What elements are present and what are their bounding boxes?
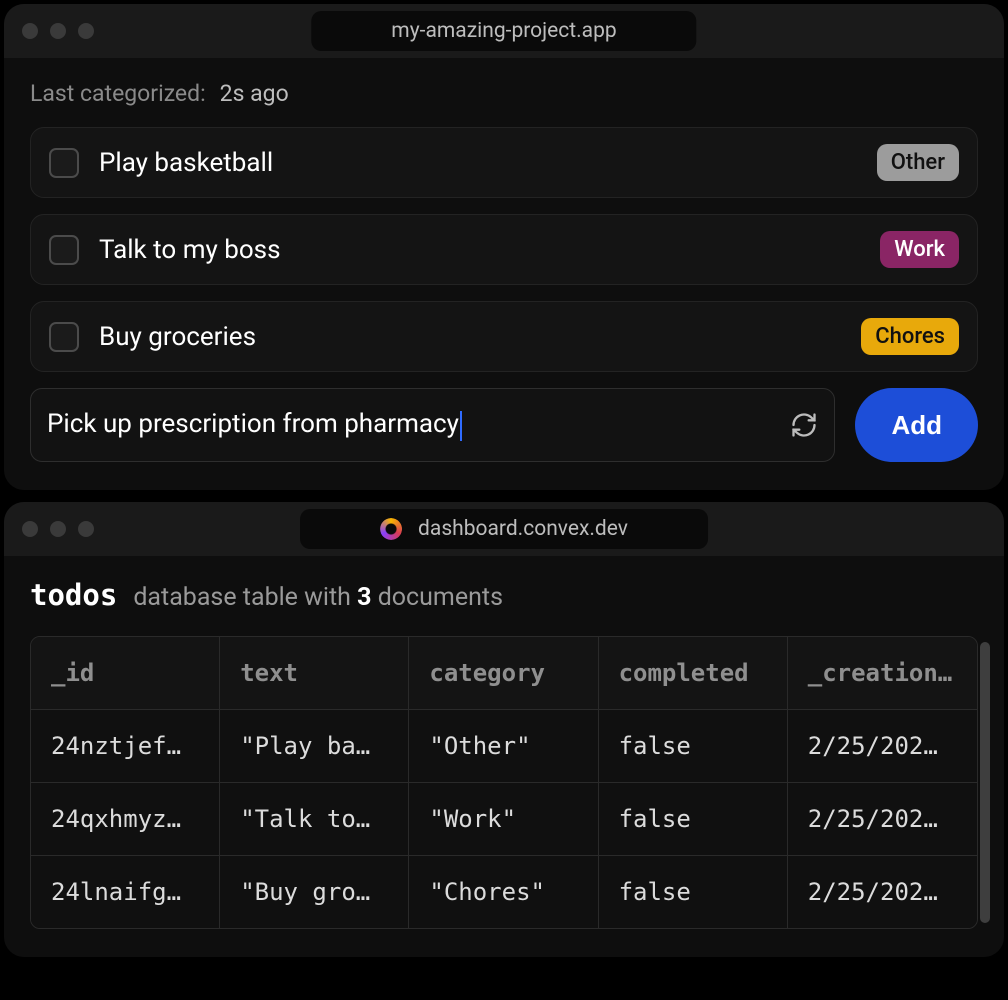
cell-category: "Chores" [409,856,598,928]
table-row[interactable]: 24nztjef…"Play ba…"Other"false2/25/202… [31,710,977,783]
category-badge: Chores [861,318,959,355]
cell-completed: false [599,783,788,856]
close-icon[interactable] [22,521,38,537]
new-todo-row: Pick up prescription from pharmacy Add [30,388,978,462]
todo-item: Buy groceries Chores [30,301,978,372]
traffic-lights [22,521,94,537]
table-desc: database table with 3 documents [133,583,503,612]
dashboard-body: todos database table with 3 documents _i… [4,556,1004,957]
category-badge: Work [880,231,959,268]
minimize-icon[interactable] [50,23,66,39]
todo-text: Talk to my boss [99,235,860,265]
dashboard-window: dashboard.convex.dev todos database tabl… [4,502,1004,957]
last-categorized-status: Last categorized: 2s ago [30,80,978,107]
column-header[interactable]: text [220,637,409,710]
table-row[interactable]: 24qxhmyz…"Talk to…"Work"false2/25/202… [31,783,977,856]
data-table: _idtextcategorycompleted_creationTim… 24… [30,636,978,929]
address-text: dashboard.convex.dev [418,517,628,541]
cell-_creationTime: 2/25/202… [788,710,977,783]
cell-_creationTime: 2/25/202… [788,783,977,856]
scrollbar[interactable] [980,642,990,923]
cell-completed: false [599,856,788,928]
new-todo-input[interactable]: Pick up prescription from pharmacy [30,388,835,462]
todo-item: Play basketball Other [30,127,978,198]
minimize-icon[interactable] [50,521,66,537]
todo-checkbox[interactable] [49,322,79,352]
address-bar[interactable]: my-amazing-project.app [311,11,696,51]
address-text: my-amazing-project.app [391,19,616,43]
table-row[interactable]: 24lnaifg…"Buy gro…"Chores"false2/25/202… [31,856,977,928]
cell-_id: 24lnaifg… [31,856,220,928]
todo-list: Play basketball Other Talk to my boss Work B… [30,127,978,372]
traffic-lights [22,23,94,39]
table-header-line: todos database table with 3 documents [30,578,978,612]
todo-item: Talk to my boss Work [30,214,978,285]
maximize-icon[interactable] [78,521,94,537]
maximize-icon[interactable] [78,23,94,39]
cell-_creationTime: 2/25/202… [788,856,977,928]
cell-text: "Play ba… [220,710,409,783]
app-body: Last categorized: 2s ago Play basketball… [4,58,1004,490]
titlebar: dashboard.convex.dev [4,502,1004,556]
todo-text: Play basketball [99,148,857,178]
table-body: 24nztjef…"Play ba…"Other"false2/25/202…2… [31,710,977,928]
close-icon[interactable] [22,23,38,39]
titlebar: my-amazing-project.app [4,4,1004,58]
text-caret [460,411,462,441]
add-button[interactable]: Add [855,388,978,462]
column-header[interactable]: _id [31,637,220,710]
table-name: todos [30,578,117,612]
column-header[interactable]: completed [599,637,788,710]
column-header[interactable]: _creationTim… [788,637,977,710]
todo-text: Buy groceries [99,322,841,352]
table-header-row: _idtextcategorycompleted_creationTim… [31,637,977,710]
refresh-icon[interactable] [790,411,818,439]
cell-_id: 24nztjef… [31,710,220,783]
status-value: 2s ago [220,80,289,107]
address-bar[interactable]: dashboard.convex.dev [300,509,708,549]
column-header[interactable]: category [409,637,598,710]
app-window: my-amazing-project.app Last categorized:… [4,4,1004,490]
table-container: _idtextcategorycompleted_creationTim… 24… [30,636,978,929]
convex-favicon-icon [380,518,402,540]
cell-category: "Work" [409,783,598,856]
cell-text: "Talk to… [220,783,409,856]
todo-checkbox[interactable] [49,235,79,265]
cell-text: "Buy gro… [220,856,409,928]
cell-completed: false [599,710,788,783]
cell-category: "Other" [409,710,598,783]
todo-checkbox[interactable] [49,148,79,178]
category-badge: Other [877,144,959,181]
new-todo-value: Pick up prescription from pharmacy [47,409,790,440]
status-label: Last categorized: [30,80,206,107]
cell-_id: 24qxhmyz… [31,783,220,856]
